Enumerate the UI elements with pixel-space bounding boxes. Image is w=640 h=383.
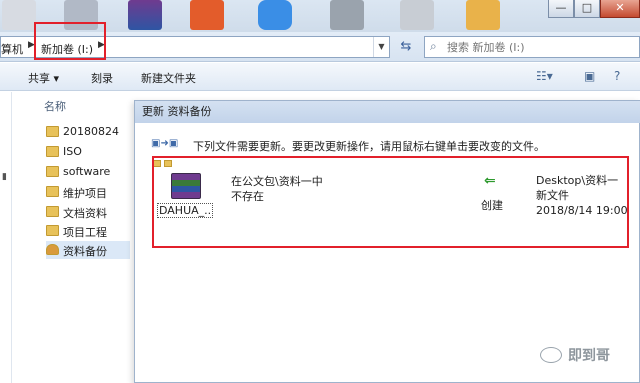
app-icon-5[interactable] xyxy=(258,0,292,30)
share-button[interactable]: 共享 ▾ xyxy=(28,70,59,86)
nav-pane-edge[interactable] xyxy=(0,92,12,383)
command-toolbar: 共享 ▾ 刻录 新建文件夹 ☷▾ ▣ ? xyxy=(0,63,640,91)
wechat-logo-icon xyxy=(540,347,562,363)
minimize-button[interactable]: — xyxy=(548,0,574,18)
dialog-message: 下列文件需要更新。要更改更新操作，请用鼠标右键单击要改变的文件。 xyxy=(193,140,545,153)
scroll-marker-icon[interactable]: ▮ xyxy=(2,172,7,182)
update-item-highlight-box xyxy=(152,156,629,248)
app-icon-8[interactable] xyxy=(466,0,500,30)
breadcrumb-computer[interactable]: 算机 xyxy=(1,41,23,57)
dialog-title[interactable]: 更新 资料备份 xyxy=(135,101,640,123)
burn-button[interactable]: 刻录 xyxy=(91,70,113,86)
watermark-text: 即到哥 xyxy=(568,348,610,364)
list-item-label: 文档资料 xyxy=(63,207,107,220)
folder-icon xyxy=(46,186,59,197)
list-item-label: ISO xyxy=(63,145,82,158)
list-item-label: software xyxy=(63,165,111,178)
preview-pane-icon[interactable]: ▣ xyxy=(584,69,595,83)
maximize-button[interactable]: □ xyxy=(574,0,600,18)
list-item-label: 资料备份 xyxy=(63,245,107,258)
folder-icon xyxy=(46,146,59,157)
folder-icon xyxy=(46,126,59,137)
search-input[interactable] xyxy=(447,39,632,55)
help-icon[interactable]: ? xyxy=(614,69,620,83)
address-dropdown-icon[interactable]: ▼ xyxy=(373,37,389,57)
folder-icon xyxy=(46,225,59,236)
sync-icon: ▣➜▣ xyxy=(151,138,179,149)
list-item-label: 项目工程 xyxy=(63,226,107,239)
briefcase-icon xyxy=(46,244,59,255)
app-icon-1[interactable] xyxy=(2,0,36,30)
new-folder-button[interactable]: 新建文件夹 xyxy=(141,70,196,86)
view-options-icon[interactable]: ☷▾ xyxy=(536,69,553,83)
winrar-icon[interactable] xyxy=(128,0,162,30)
refresh-icon[interactable]: ⇆ xyxy=(394,36,418,58)
folder-icon xyxy=(46,206,59,217)
drive-highlight-box xyxy=(34,22,106,60)
app-icon-6[interactable] xyxy=(330,0,364,30)
folder-icon xyxy=(46,166,59,177)
list-item-label: 20180824 xyxy=(63,125,119,138)
app-icon-4[interactable] xyxy=(190,0,224,30)
search-box[interactable]: ⌕ xyxy=(424,36,640,58)
close-button[interactable]: ✕ xyxy=(600,0,640,18)
list-item-label: 维护项目 xyxy=(63,187,107,200)
list-item-selected[interactable]: 资料备份 xyxy=(46,241,130,259)
search-icon: ⌕ xyxy=(430,39,437,53)
app-icon-7[interactable] xyxy=(400,0,434,30)
column-header-name[interactable]: 名称 xyxy=(44,98,66,114)
